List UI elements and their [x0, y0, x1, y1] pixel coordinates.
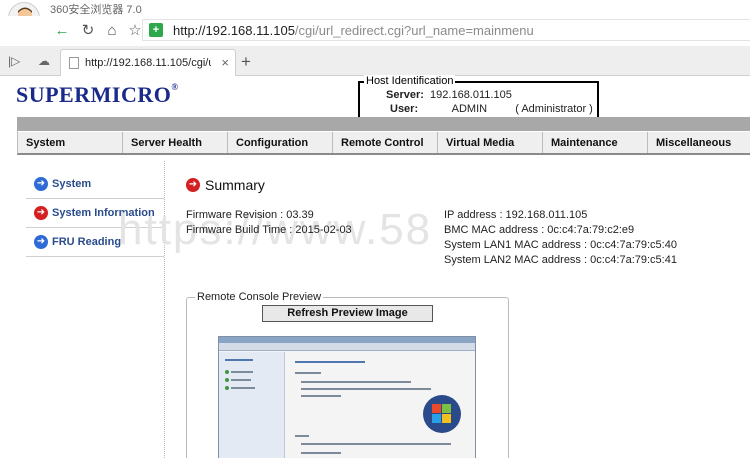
menu-system[interactable]: System [18, 132, 123, 153]
supermicro-logo: SUPERMICRO® [16, 82, 179, 107]
user-label: User: [390, 103, 419, 115]
arrow-right-red-icon: ➜ [34, 206, 48, 220]
header-band [17, 117, 750, 131]
bmc-page: SUPERMICRO® Host Identification Server: … [0, 75, 750, 458]
tab-title: http://192.168.11.105/cgi/u [85, 57, 211, 69]
browser-tab-bar: |▷ ☁ http://192.168.11.105/cgi/u × + [0, 46, 750, 76]
page-favicon-icon [69, 57, 79, 69]
app-title: 360安全浏览器 7.0 [50, 4, 142, 16]
sidebar-item-label: FRU Reading [52, 236, 122, 248]
bmc-mac-address: BMC MAC address : 0c:c4:7a:79:c2:e9 [444, 224, 635, 236]
firmware-build-time: Firmware Build Time : 2015-02-03 [186, 224, 352, 236]
arrow-right-red-icon: ➜ [186, 178, 200, 192]
cloud-icon[interactable]: ☁ [38, 54, 50, 68]
sidebar-item-label: System [52, 178, 92, 190]
summary-title: Summary [205, 177, 265, 193]
firmware-revision: Firmware Revision : 03.39 [186, 209, 314, 221]
home-icon[interactable]: ⌂ [102, 20, 122, 40]
sidebar-item-system[interactable]: ➜ System [26, 170, 164, 199]
lan1-mac-address: System LAN1 MAC address : 0c:c4:7a:79:c5… [444, 239, 677, 251]
browser-nav-bar: ← ↻ ⌂ ☆ + http://192.168.11.105/cgi/url_… [0, 16, 750, 44]
tab-close-icon[interactable]: × [221, 55, 229, 70]
reload-icon[interactable]: ↻ [78, 20, 98, 40]
browser-title-bar: 360安全浏览器 7.0 [0, 0, 750, 34]
main-menu-bar: System Server Health Configuration Remot… [17, 131, 750, 155]
arrow-right-blue-icon: ➜ [34, 235, 48, 249]
windows-logo-icon [423, 395, 461, 433]
server-label: Server: [386, 89, 424, 101]
menu-miscellaneous[interactable]: Miscellaneous [648, 132, 750, 153]
address-url[interactable]: http://192.168.11.105/cgi/url_redirect.c… [173, 23, 534, 38]
arrow-right-blue-icon: ➜ [34, 177, 48, 191]
menu-server-health[interactable]: Server Health [123, 132, 228, 153]
remote-console-preview: Remote Console Preview Refresh Preview I… [186, 291, 509, 458]
back-arrow-icon[interactable]: ← [52, 20, 72, 40]
menu-virtual-media[interactable]: Virtual Media [438, 132, 543, 153]
user-role: ( Administrator ) [515, 103, 593, 115]
remote-console-preview-legend: Remote Console Preview [195, 291, 324, 303]
host-identification-legend: Host Identification [364, 75, 456, 87]
sidebar-toggle-icon[interactable]: |▷ [8, 54, 20, 68]
ip-address: IP address : 192.168.011.105 [444, 209, 588, 221]
menu-remote-control[interactable]: Remote Control [333, 132, 438, 153]
console-preview-image[interactable] [218, 336, 476, 458]
summary-heading: ➜ Summary [186, 177, 265, 193]
server-value: 192.168.011.105 [430, 89, 512, 101]
security-shield-icon: + [149, 23, 163, 37]
new-tab-plus-icon[interactable]: + [241, 52, 251, 72]
browser-tab[interactable]: http://192.168.11.105/cgi/u × [60, 49, 236, 76]
menu-configuration[interactable]: Configuration [228, 132, 333, 153]
refresh-preview-button[interactable]: Refresh Preview Image [262, 305, 433, 322]
menu-maintenance[interactable]: Maintenance [543, 132, 648, 153]
lan2-mac-address: System LAN2 MAC address : 0c:c4:7a:79:c5… [444, 254, 677, 266]
host-identification-box: Host Identification Server: 192.168.011.… [358, 75, 599, 119]
address-bar[interactable]: + http://192.168.11.105/cgi/url_redirect… [142, 19, 750, 41]
user-value: ADMIN [451, 103, 488, 115]
